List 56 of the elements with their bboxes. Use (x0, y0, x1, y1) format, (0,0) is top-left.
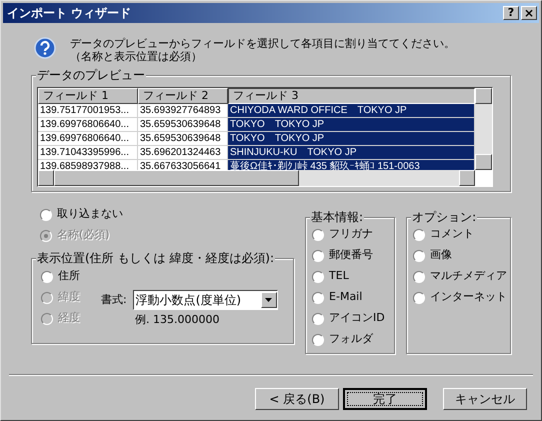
format-label: 書式: (101, 292, 127, 308)
radio-label: 取り込まない (57, 206, 123, 222)
vertical-scrollbar[interactable] (475, 88, 492, 170)
radio-button[interactable] (413, 250, 426, 262)
table-cell: 139.69976806640... (38, 132, 138, 146)
radio-label: マルチメディア (430, 268, 508, 284)
group-title: オプション: (411, 209, 478, 225)
dialog-button[interactable]: 完了 (343, 388, 427, 410)
horizontal-scrollbar[interactable] (38, 170, 475, 186)
radio-label: 住所 (58, 268, 80, 284)
table-cell: TOKYO TOKYO JP (228, 118, 475, 132)
radio-button[interactable] (41, 270, 53, 282)
question-icon (34, 37, 56, 59)
group-title: 基本情報: (310, 209, 364, 225)
table-cell: TOKYO TOKYO JP (228, 132, 475, 146)
radio-label: E-Mail (329, 289, 362, 306)
radio-label: 郵便番号 (329, 247, 374, 264)
radio-button[interactable] (413, 292, 426, 304)
column-header[interactable]: フィールド 2 (138, 88, 228, 104)
table-cell: 139.75177001953... (38, 104, 138, 118)
radio-button[interactable] (312, 228, 324, 240)
column-header[interactable]: フィールド 1 (38, 88, 138, 104)
radio-label: 経度 (58, 310, 80, 326)
column-header[interactable]: フィールド 3 (228, 88, 475, 104)
radio-button[interactable] (312, 292, 324, 304)
radio-button[interactable] (40, 208, 52, 220)
radio-button[interactable] (413, 270, 426, 282)
radio-button[interactable] (312, 334, 324, 346)
radio-label: 名称(必須) (57, 227, 110, 244)
dialog-button[interactable]: キャンセル (443, 388, 527, 410)
radio-label: コメント (430, 226, 474, 242)
radio-label: アイコンID (329, 310, 385, 326)
example-text: 例. 135.000000 (135, 312, 220, 328)
help-button[interactable]: ? (503, 6, 519, 20)
format-dropdown[interactable]: 浮動小数点(度単位) (132, 290, 278, 310)
radio-label: TEL (329, 268, 349, 284)
instruction-text: （名称と表示位置は必須） (70, 50, 203, 63)
radio-button[interactable] (413, 228, 426, 240)
table-cell: 139.69976806640... (38, 118, 138, 132)
radio-label: 画像 (430, 247, 452, 264)
group-title: データのプレビュー (36, 67, 146, 83)
table-cell: 139.71043395996... (38, 146, 138, 160)
group-title: 表示位置(住所 もしくは 緯度・経度は必須): (36, 250, 276, 266)
dialog-button[interactable]: < 戻る(B) (255, 388, 339, 410)
radio-label: フォルダ (329, 331, 374, 348)
close-button[interactable]: × (521, 6, 537, 20)
table-cell: CHIYODA WARD OFFICE TOKYO JP (228, 104, 475, 118)
table-cell: SHINJUKU-KU TOKYO JP (228, 146, 475, 160)
radio-label: フリガナ (329, 226, 374, 242)
radio-button[interactable] (312, 312, 324, 324)
radio-label: インターネット (430, 289, 508, 306)
instruction-text: データのプレビューからフィールドを選択して各項目に割り当ててください。 (70, 37, 455, 50)
radio-button[interactable] (312, 250, 324, 262)
radio-label: 緯度 (58, 289, 80, 306)
window-title: インポート ウィザード (7, 5, 132, 22)
radio-button[interactable] (312, 270, 324, 282)
